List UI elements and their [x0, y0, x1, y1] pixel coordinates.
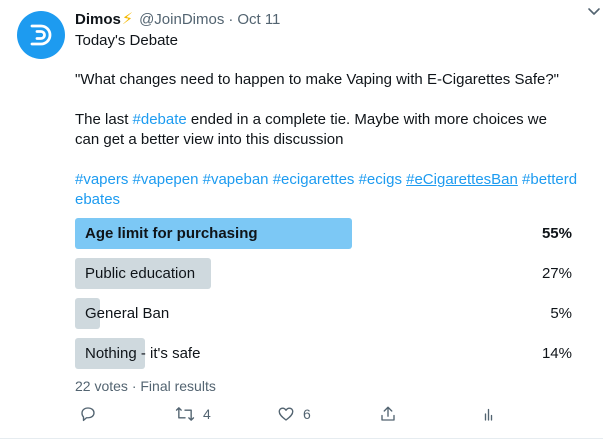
author-name[interactable]: Dimos	[75, 11, 121, 28]
like-icon	[278, 407, 294, 421]
hashtag-link-hovered[interactable]: #eCigarettesBan	[406, 171, 518, 188]
avatar[interactable]	[17, 11, 65, 59]
poll-option-label: Age limit for purchasing	[85, 225, 258, 242]
tweet[interactable]: Dimos ⚡ @JoinDimos · Oct 11 Today's Deba…	[0, 0, 603, 439]
reply-button[interactable]	[79, 403, 97, 425]
hashtag-link[interactable]: #ecigs	[359, 171, 402, 188]
hashtag-link[interactable]: #vapers	[75, 171, 128, 188]
share-button[interactable]	[379, 403, 397, 425]
hashtag-link[interactable]: #vapepen	[133, 171, 199, 188]
retweet-icon	[175, 407, 195, 421]
hashtag-debate-link[interactable]: #debate	[133, 111, 187, 128]
tweet-actions: 4 6	[75, 403, 515, 425]
like-count: 6	[303, 406, 311, 422]
paragraph-text-start: The last	[75, 111, 133, 128]
hashtag-link[interactable]: #vapeban	[203, 171, 269, 188]
poll-option-percent: 55%	[541, 225, 572, 242]
poll-option: Age limit for purchasing 55%	[75, 218, 578, 249]
dimos-logo-icon	[30, 24, 52, 46]
tweet-content: Dimos ⚡ @JoinDimos · Oct 11 Today's Deba…	[75, 8, 585, 394]
retweet-count: 4	[203, 406, 211, 422]
poll-meta: 22 votes · Final results	[75, 378, 216, 394]
tweet-paragraph: The last #debate ended in a complete tie…	[75, 110, 575, 150]
retweet-button[interactable]: 4	[175, 403, 211, 425]
poll-option-percent: 27%	[541, 265, 572, 282]
poll-option-percent: 5%	[550, 305, 572, 322]
more-options-button[interactable]	[587, 4, 601, 23]
analytics-icon	[484, 408, 493, 421]
hashtag-link[interactable]: #ecigarettes	[273, 171, 355, 188]
poll-option: Public education 27%	[75, 258, 578, 289]
poll-option-percent: 14%	[541, 345, 572, 362]
tweet-question: "What changes need to happen to make Vap…	[75, 71, 559, 88]
share-icon	[381, 406, 395, 421]
lightning-icon: ⚡	[121, 11, 134, 28]
poll-option-label: General Ban	[85, 305, 170, 322]
poll-option-label: Nothing - it's safe	[85, 345, 201, 362]
poll: Age limit for purchasing 55% Public educ…	[75, 218, 578, 394]
poll-option-label: Public education	[85, 265, 196, 282]
reply-icon	[81, 407, 95, 422]
separator: ·	[228, 10, 234, 28]
chevron-down-icon	[588, 8, 600, 15]
author-handle[interactable]: @JoinDimos	[139, 11, 224, 28]
like-button[interactable]: 6	[277, 403, 311, 425]
analytics-button[interactable]	[481, 403, 499, 425]
tweet-header: Dimos ⚡ @JoinDimos · Oct 11	[75, 8, 585, 30]
hashtag-list: #vapers #vapepen #vapeban #ecigarettes #…	[75, 170, 581, 210]
poll-option: Nothing - it's safe 14%	[75, 338, 578, 369]
tweet-date[interactable]: Oct 11	[237, 11, 280, 28]
poll-option: General Ban 5%	[75, 298, 578, 329]
tweet-subtitle: Today's Debate	[75, 32, 178, 49]
